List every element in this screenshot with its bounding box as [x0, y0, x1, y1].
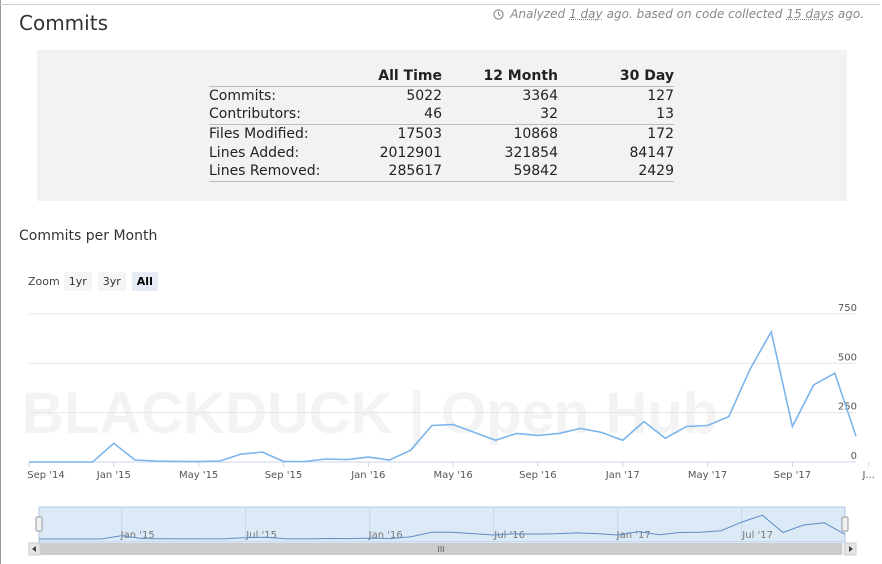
row-label: Lines Added: — [209, 144, 300, 161]
value-all-time: 5022 — [406, 87, 442, 104]
value-30-day: 127 — [647, 87, 674, 104]
value-all-time: 285617 — [346, 162, 442, 182]
value-12-month: 59842 — [442, 162, 558, 182]
analyzed-prefix: Analyzed — [510, 7, 566, 21]
navigator-left-handle[interactable] — [35, 516, 43, 532]
navigator-label: Jul '15 — [245, 530, 277, 541]
commit-summary-table: All Time 12 Month 30 Day Commits: 5022 3… — [209, 67, 674, 182]
row-label: Commits: — [209, 87, 277, 104]
header-30-day: 30 Day — [558, 67, 674, 87]
row-label: Contributors: — [209, 105, 346, 125]
value-12-month: 10868 — [513, 125, 558, 142]
x-tick-label: Sep '15 — [265, 470, 303, 481]
y-tick-label: 500 — [838, 352, 857, 363]
zoom-1yr-button[interactable]: 1yr — [63, 272, 92, 291]
analyzed-middle: ago. based on code collected — [606, 7, 783, 21]
row-label: Lines Removed: — [209, 162, 346, 182]
x-tick-label: Jan '17 — [605, 470, 640, 481]
x-tick-label: Sep '16 — [519, 470, 557, 481]
x-tick-label: Sep '14 — [27, 470, 65, 481]
navigator-selection[interactable] — [38, 506, 846, 543]
navigator-label: Jan '15 — [120, 530, 155, 541]
summary-row-commits: Commits: 5022 3364 127 — [209, 86, 674, 105]
navigator-label: Jan '16 — [368, 530, 403, 541]
x-tick-label: May '17 — [688, 470, 727, 481]
summary-row-lines-removed: Lines Removed: 285617 59842 2429 — [209, 162, 674, 182]
commits-per-month-chart: BLACKDUCK | Open Hub0250500750Sep '14 Jan… — [22, 303, 875, 556]
summary-row-contributors: Contributors: 46 32 13 — [209, 105, 674, 125]
analyzed-age[interactable]: 1 day — [569, 7, 603, 21]
analyzed-suffix: ago. — [837, 7, 864, 21]
x-tick-label: Jan '15 — [96, 470, 131, 481]
summary-row-files-modified: Files Modified: 17503 10868 172 — [209, 124, 674, 143]
x-tick-label: Jan '16 — [350, 470, 385, 481]
value-12-month: 32 — [442, 105, 558, 125]
navigator-label: Jul '16 — [493, 530, 525, 541]
value-30-day: 172 — [647, 125, 674, 142]
value-30-day: 13 — [558, 105, 674, 125]
analysis-status: Analyzed 1 day ago. based on code collec… — [493, 7, 864, 21]
x-tick-label: May '16 — [433, 470, 472, 481]
y-tick-label: 750 — [838, 303, 857, 314]
value-all-time: 17503 — [397, 125, 442, 142]
x-tick-label: May '15 — [179, 470, 218, 481]
summary-row-lines-added: Lines Added: 2012901 321854 84147 — [209, 143, 674, 162]
x-tick-label: J... — [861, 470, 875, 481]
header-all-time: All Time — [346, 67, 442, 87]
frame-top-border — [0, 4, 880, 5]
value-12-month: 3364 — [522, 87, 558, 104]
navigator-label: Jan '17 — [616, 530, 651, 541]
navigator-label: Jul '17 — [741, 530, 773, 541]
collected-age[interactable]: 15 days — [786, 7, 833, 21]
value-all-time: 46 — [346, 105, 442, 125]
chart-title: Commits per Month — [19, 228, 158, 244]
scrollbar-grip[interactable]: III — [437, 545, 444, 554]
value-all-time: 2012901 — [379, 144, 442, 161]
zoom-3yr-button[interactable]: 3yr — [97, 272, 126, 291]
summary-header-row: All Time 12 Month 30 Day — [209, 67, 674, 87]
header-blank — [209, 67, 346, 87]
zoom-all-button[interactable]: All — [131, 272, 158, 291]
value-12-month: 321854 — [504, 144, 558, 161]
value-30-day: 2429 — [558, 162, 674, 182]
header-12-month: 12 Month — [442, 67, 558, 87]
value-30-day: 84147 — [629, 144, 674, 161]
x-tick-label: Sep '17 — [774, 470, 812, 481]
commit-summary-panel: All Time 12 Month 30 Day Commits: 5022 3… — [37, 50, 847, 201]
clock-icon — [493, 8, 504, 20]
y-tick-label: 0 — [851, 451, 857, 462]
zoom-controls: Zoom 1yr 3yr All — [28, 272, 164, 291]
row-label: Files Modified: — [209, 125, 309, 142]
zoom-label: Zoom — [28, 275, 60, 288]
page-title: Commits — [19, 11, 108, 35]
navigator-right-handle[interactable] — [841, 516, 849, 532]
